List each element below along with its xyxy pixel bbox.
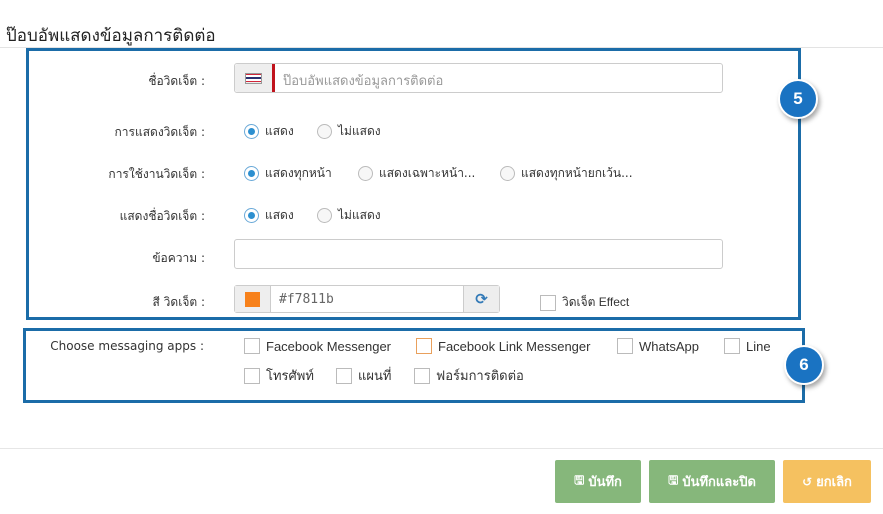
radio-unchecked-icon: [317, 124, 332, 139]
annotation-marker-6: 6: [784, 345, 824, 385]
app-map-checkbox[interactable]: แผนที่: [336, 365, 391, 386]
app-phone-checkbox[interactable]: โทรศัพท์: [244, 365, 314, 386]
thailand-flag-icon: [245, 72, 262, 84]
show-widget-name-label: แสดงชื่อวิดเจ็ต :: [119, 209, 205, 223]
refresh-icon[interactable]: ⟳: [463, 286, 499, 312]
widget-name-field[interactable]: ป๊อบอัพแสดงข้อมูลการติดต่อ: [234, 63, 723, 93]
footer-divider: [0, 448, 883, 449]
save-button[interactable]: 🖫 บันทึก: [555, 460, 641, 503]
widget-color-label: สี วิดเจ็ต :: [152, 295, 205, 309]
checkbox-unchecked-icon: [540, 294, 556, 311]
checkbox-unchecked-icon: [414, 367, 430, 384]
color-swatch-addon[interactable]: [235, 286, 271, 312]
widget-name-label: ชื่อวิดเจ็ต :: [148, 74, 205, 88]
show-widget-name-show-radio[interactable]: แสดง: [244, 206, 294, 225]
radio-unchecked-icon: [317, 208, 332, 223]
messaging-apps-label: Choose messaging apps :: [50, 339, 204, 353]
widget-color-field[interactable]: #f7811b ⟳: [234, 285, 500, 313]
widget-effect-checkbox[interactable]: วิดเจ็ต Effect: [540, 293, 629, 312]
app-whatsapp-checkbox[interactable]: WhatsApp: [617, 338, 699, 354]
checkbox-unchecked-icon: [617, 338, 633, 354]
radio-checked-icon: [244, 166, 259, 181]
radio-checked-icon: [244, 124, 259, 139]
floppy-disk-icon: 🖫: [668, 473, 679, 487]
floppy-disk-icon: 🖫: [574, 473, 585, 487]
color-swatch: [245, 291, 260, 307]
checkbox-unchecked-icon: [416, 338, 432, 354]
widget-usage-specific-pages-radio[interactable]: แสดงเฉพาะหน้า...: [358, 164, 475, 183]
app-facebook-messenger-checkbox[interactable]: Facebook Messenger: [244, 338, 391, 354]
cancel-button[interactable]: ↺ ยกเลิก: [783, 460, 871, 503]
radio-unchecked-icon: [500, 166, 515, 181]
app-facebook-link-messenger-checkbox[interactable]: Facebook Link Messenger: [416, 338, 590, 354]
display-widget-show-radio[interactable]: แสดง: [244, 122, 294, 141]
widget-usage-all-pages-radio[interactable]: แสดงทุกหน้า: [244, 164, 332, 183]
widget-name-placeholder: ป๊อบอัพแสดงข้อมูลการติดต่อ: [283, 74, 444, 89]
widget-usage-except-pages-radio[interactable]: แสดงทุกหน้ายกเว้น...: [500, 164, 633, 183]
checkbox-unchecked-icon: [244, 367, 260, 384]
widget-color-value: #f7811b: [279, 292, 334, 307]
app-line-checkbox[interactable]: Line: [724, 338, 771, 354]
show-widget-name-hide-radio[interactable]: ไม่แสดง: [317, 206, 381, 225]
annotation-marker-5: 5: [778, 79, 818, 119]
save-and-close-button[interactable]: 🖫 บันทึกและปิด: [649, 460, 775, 503]
message-field[interactable]: [234, 239, 723, 269]
language-flag-addon[interactable]: [235, 64, 275, 92]
message-label: ข้อความ :: [152, 251, 205, 265]
page-title: ป๊อบอัพแสดงข้อมูลการติดต่อ: [6, 26, 216, 46]
checkbox-unchecked-icon: [336, 367, 352, 384]
checkbox-unchecked-icon: [244, 338, 260, 354]
display-widget-label: การแสดงวิดเจ็ต :: [114, 125, 205, 139]
radio-checked-icon: [244, 208, 259, 223]
radio-unchecked-icon: [358, 166, 373, 181]
widget-usage-label: การใช้งานวิดเจ็ต :: [108, 167, 205, 181]
checkbox-unchecked-icon: [724, 338, 740, 354]
app-contact-form-checkbox[interactable]: ฟอร์มการติดต่อ: [414, 365, 524, 386]
display-widget-hide-radio[interactable]: ไม่แสดง: [317, 122, 381, 141]
undo-icon: ↺: [802, 474, 813, 489]
